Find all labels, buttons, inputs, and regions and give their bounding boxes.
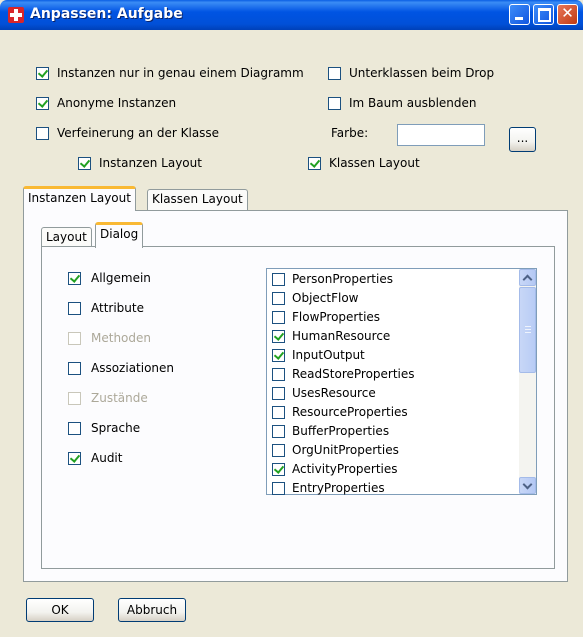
list-item-checkbox[interactable] [272,425,285,438]
grip-line [525,332,531,333]
dialog-window: Anpassen: Aufgabe ✕ Instanzen nur in gen… [0,0,583,637]
dialog-item-checkbox [68,332,81,345]
instanzen-nur-checkbox[interactable] [36,67,49,80]
list-item-label: EntryProperties [292,481,385,495]
list-item-label: PersonProperties [292,272,393,286]
list-item-label: FlowProperties [292,310,381,324]
vertical-scrollbar[interactable] [519,269,536,494]
dialog-item-checkbox[interactable] [68,302,81,315]
list-item-checkbox[interactable] [272,406,285,419]
unterklassen-drop-label: Unterklassen beim Drop [349,66,495,80]
dialog-item-label: Sprache [91,421,141,435]
dialog-item-checkbox[interactable] [68,362,81,375]
scroll-down-icon[interactable] [519,477,536,494]
dialog-item-label: Audit [91,451,123,465]
list-item-checkbox[interactable] [272,330,285,343]
verfeinerung-checkbox[interactable] [36,127,49,140]
list-item-label: InputOutput [292,348,365,362]
list-item-label: BufferProperties [292,424,390,438]
title-bar[interactable]: Anpassen: Aufgabe ✕ [0,0,583,30]
list-item-checkbox[interactable] [272,387,285,400]
scroll-thumb[interactable] [519,287,536,373]
list-item-checkbox[interactable] [272,292,285,305]
klassen-layout-checkbox[interactable] [308,157,321,170]
maximize-button[interactable] [533,4,554,25]
list-item-checkbox[interactable] [272,368,285,381]
list-item-checkbox[interactable] [272,273,285,286]
list-item-label: ReadStoreProperties [292,367,415,381]
anonyme-instanzen-label: Anonyme Instanzen [57,96,177,110]
cancel-button[interactable]: Abbruch [118,598,186,622]
list-item-checkbox[interactable] [272,482,285,495]
close-icon: ✕ [561,4,574,22]
unterklassen-drop-checkbox[interactable] [328,67,341,80]
app-icon [8,7,24,23]
instanzen-layout-label: Instanzen Layout [99,156,202,170]
grip-line [525,326,531,327]
instanzen-layout-checkbox[interactable] [78,157,91,170]
dialog-item-checkbox[interactable] [68,272,81,285]
list-item-checkbox[interactable] [272,349,285,362]
list-item-label: ResourceProperties [292,405,408,419]
dialog-item-label: Methoden [91,331,151,345]
tab-instanzen-layout[interactable]: Instanzen Layout [23,186,136,211]
instanzen-nur-label: Instanzen nur in genau einem Diagramm [57,66,304,80]
farbe-label: Farbe: [331,126,369,140]
color-picker-button[interactable]: ... [509,127,536,152]
verfeinerung-label: Verfeinerung an der Klasse [57,126,220,140]
dialog-item-label: Zustände [91,391,148,405]
anonyme-instanzen-checkbox[interactable] [36,97,49,110]
list-item-checkbox[interactable] [272,444,285,457]
grip-line [525,329,531,330]
tab-dialog[interactable]: Dialog [95,222,144,248]
list-item-label: ActivityProperties [292,462,398,476]
properties-listbox[interactable]: PersonProperties ObjectFlow FlowProperties… [266,268,537,495]
tab-layout[interactable]: Layout [41,227,92,247]
scroll-up-icon[interactable] [519,269,536,286]
klassen-layout-label: Klassen Layout [329,156,420,170]
im-baum-checkbox[interactable] [328,97,341,110]
list-item-checkbox[interactable] [272,311,285,324]
dialog-item-checkbox[interactable] [68,452,81,465]
close-button[interactable]: ✕ [557,4,578,25]
tab-klassen-layout[interactable]: Klassen Layout [147,189,248,210]
im-baum-label: Im Baum ausblenden [349,96,477,110]
list-item-label: HumanResource [292,329,391,343]
window-title: Anpassen: Aufgabe [30,6,183,22]
list-item-label: UsesResource [292,386,376,400]
dialog-item-checkbox [68,392,81,405]
list-item-label: OrgUnitProperties [292,443,399,457]
farbe-input[interactable] [397,124,485,146]
dialog-item-label: Attribute [91,301,144,315]
dialog-item-checkbox[interactable] [68,422,81,435]
list-item-checkbox[interactable] [272,463,285,476]
list-item-label: ObjectFlow [292,291,359,305]
dialog-item-label: Assoziationen [91,361,175,375]
ok-button[interactable]: OK [26,598,94,622]
dialog-item-label: Allgemein [91,271,151,285]
minimize-button[interactable] [509,4,530,25]
